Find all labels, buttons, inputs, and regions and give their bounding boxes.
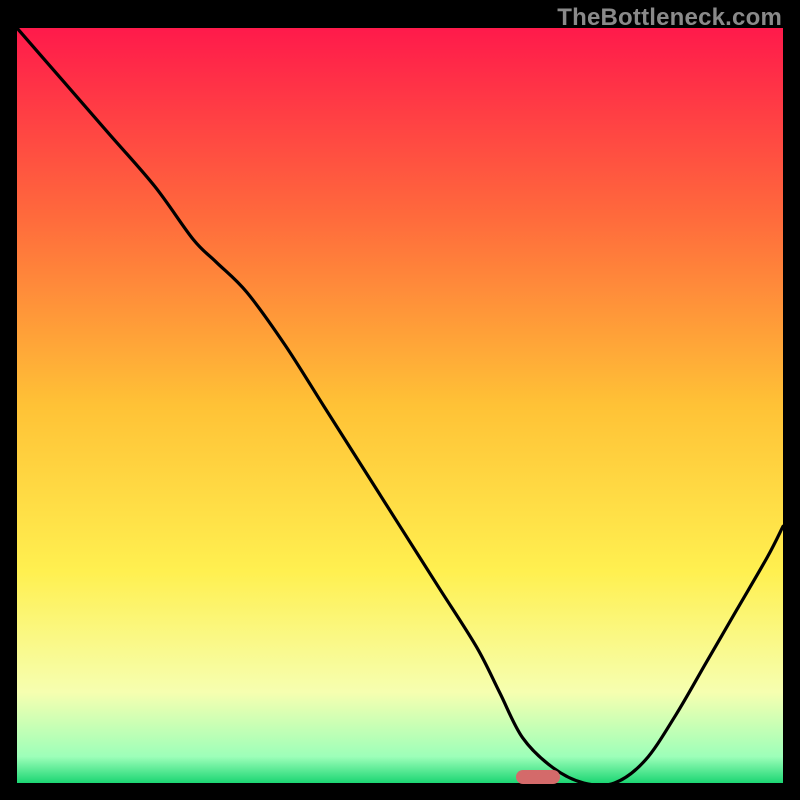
bottleneck-chart	[17, 28, 783, 783]
watermark-text: TheBottleneck.com	[557, 4, 782, 32]
optimal-range-marker	[516, 770, 560, 784]
gradient-background	[17, 28, 783, 783]
chart-frame	[17, 28, 783, 783]
